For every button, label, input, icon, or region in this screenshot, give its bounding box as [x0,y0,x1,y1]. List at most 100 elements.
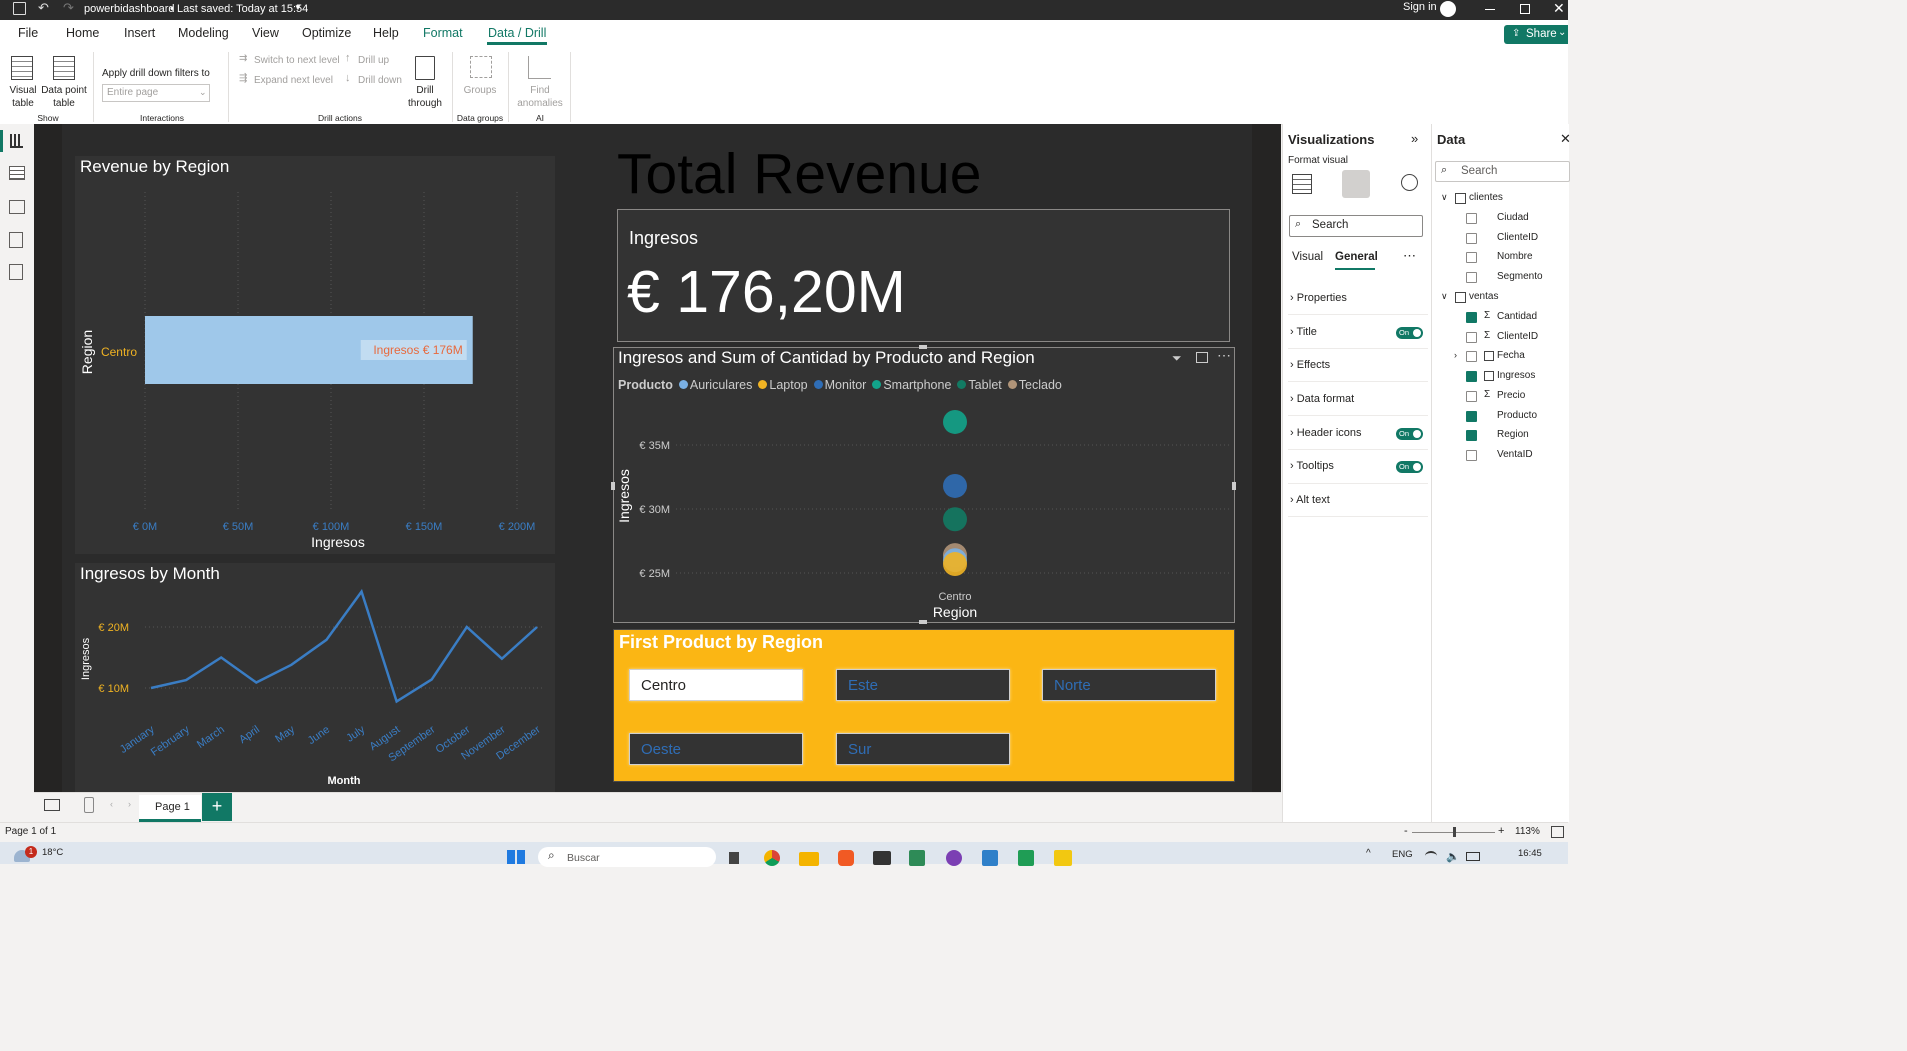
field-checkbox-segmento[interactable] [1466,272,1477,283]
chevron-right-icon[interactable]: › [1454,350,1457,360]
slicer-item-centro[interactable]: Centro [629,669,803,701]
minimize-icon[interactable] [1485,9,1495,10]
terminal-icon[interactable] [873,851,891,865]
notepad-icon[interactable] [909,850,925,866]
dax-query-view-icon[interactable] [9,232,23,248]
revenue-card-visual[interactable]: Ingresos € 176,20M [617,209,1230,342]
menu-modeling[interactable]: Modeling [178,26,229,40]
podcast-app-icon[interactable] [946,850,962,866]
menu-file[interactable]: File [18,26,38,40]
drill-filter-select[interactable]: Entire page ⌄ [102,84,210,102]
zoom-in-icon[interactable]: + [1498,825,1504,837]
vscode-icon[interactable] [982,850,998,866]
save-icon[interactable] [13,2,26,15]
section-properties[interactable]: › Properties [1290,292,1347,304]
drill-down-button[interactable]: Drill down [358,74,408,87]
data-search-input[interactable]: ⌕ Search [1435,161,1570,182]
collapse-pane-icon[interactable]: » [1411,131,1418,146]
brave-icon[interactable] [838,850,854,866]
section-header-icons[interactable]: › Header icons [1290,427,1362,439]
excel-icon[interactable] [1018,850,1034,866]
slicer-item-sur[interactable]: Sur [836,733,1010,765]
model-view-icon[interactable] [9,200,25,214]
section-data-format[interactable]: › Data format [1290,393,1354,405]
menu-optimize[interactable]: Optimize [302,26,351,40]
tab-general[interactable]: General [1335,251,1378,263]
desktop-layout-icon[interactable] [44,799,60,811]
slicer-item-oeste[interactable]: Oeste [629,733,803,765]
field-checkbox-ventas-clienteid[interactable] [1466,332,1477,343]
table-clientes[interactable]: clientes [1469,192,1503,203]
menu-format[interactable]: Format [423,26,463,40]
find-anomalies-button[interactable]: Find anomalies [514,54,566,112]
task-view-icon[interactable] [729,852,739,864]
tray-chevron-icon[interactable]: ^ [1366,848,1371,859]
chevron-down-icon[interactable]: ∨ [1441,192,1448,203]
visual-table-button[interactable]: Visual table [5,54,41,112]
field-checkbox-ventaid[interactable] [1466,450,1477,461]
redo-icon[interactable]: ↷ [63,0,74,16]
chrome-icon[interactable] [764,850,780,866]
menu-help[interactable]: Help [373,26,399,40]
line-chart-visual[interactable]: Ingresos by Month € 20M € 10M January Febru… [75,563,555,792]
sign-in-link[interactable]: Sign in [1403,1,1437,13]
zoom-out-icon[interactable]: - [1404,825,1408,837]
undo-icon[interactable]: ↶ [38,0,49,16]
zoom-slider-thumb[interactable] [1453,827,1456,837]
title-toggle[interactable]: On [1396,327,1423,339]
analytics-icon[interactable] [1401,174,1418,191]
tmdl-view-icon[interactable] [9,264,23,280]
header-icons-toggle[interactable]: On [1396,428,1423,440]
add-page-button[interactable]: + [202,793,232,821]
resize-handle[interactable] [919,345,927,349]
resize-handle[interactable] [1232,482,1236,490]
groups-button[interactable]: Groups [458,54,502,112]
resize-handle[interactable] [611,482,615,490]
field-checkbox-ciudad[interactable] [1466,213,1477,224]
field-checkbox-clienteid[interactable] [1466,233,1477,244]
field-checkbox-producto[interactable] [1466,411,1477,422]
field-checkbox-precio[interactable] [1466,391,1477,402]
drill-through-button[interactable]: Drill through [404,54,446,112]
mobile-layout-icon[interactable] [84,797,94,813]
section-tooltips[interactable]: › Tooltips [1290,460,1334,472]
file-explorer-icon[interactable] [799,852,819,866]
drill-up-button[interactable]: Drill up [358,54,398,67]
windows-start-icon[interactable] [507,850,525,864]
field-checkbox-cantidad[interactable] [1466,312,1477,323]
menu-view[interactable]: View [252,26,279,40]
close-window-icon[interactable]: ✕ [1553,0,1565,17]
saved-dropdown-icon[interactable]: ▼ [294,3,302,12]
bar-chart-visual[interactable]: Revenue by Region € 0M € 50M € 100M € 150M €… [75,156,555,554]
wifi-icon[interactable] [1425,851,1437,861]
section-title[interactable]: › Title [1290,326,1317,338]
tooltips-toggle[interactable]: On [1396,461,1423,473]
battery-icon[interactable] [1466,852,1480,861]
field-checkbox-nombre[interactable] [1466,252,1477,263]
page-tab-page-1[interactable]: Page 1 [139,795,201,822]
expand-next-level-button[interactable]: Expand next level [254,74,344,87]
powerbi-taskbar-icon[interactable] [1054,850,1072,866]
field-checkbox-region[interactable] [1466,430,1477,441]
fit-page-icon[interactable] [1551,826,1564,838]
chevron-down-icon[interactable]: ∨ [1441,291,1448,302]
section-effects[interactable]: › Effects [1290,359,1330,371]
field-checkbox-ingresos[interactable] [1466,371,1477,382]
build-visual-icon[interactable] [1292,174,1312,194]
resize-handle[interactable] [919,620,927,624]
slicer-item-este[interactable]: Este [836,669,1010,701]
switch-next-level-button[interactable]: Switch to next level [254,54,344,67]
prev-page-icon[interactable]: ‹ [110,799,113,809]
section-alt-text[interactable]: › Alt text [1290,494,1330,506]
restore-icon[interactable] [1520,4,1530,14]
field-checkbox-fecha[interactable] [1466,351,1477,362]
share-button[interactable]: ⇪ Share ⌄ [1504,25,1568,44]
taskbar-search-input[interactable]: ⌕ Buscar [538,847,716,867]
next-page-icon[interactable]: › [128,799,131,809]
menu-home[interactable]: Home [66,26,99,40]
more-options-icon[interactable]: ⋯ [1403,248,1416,264]
menu-insert[interactable]: Insert [124,26,155,40]
slicer-item-norte[interactable]: Norte [1042,669,1216,701]
table-ventas[interactable]: ventas [1469,291,1498,302]
tab-visual[interactable]: Visual [1292,251,1323,263]
